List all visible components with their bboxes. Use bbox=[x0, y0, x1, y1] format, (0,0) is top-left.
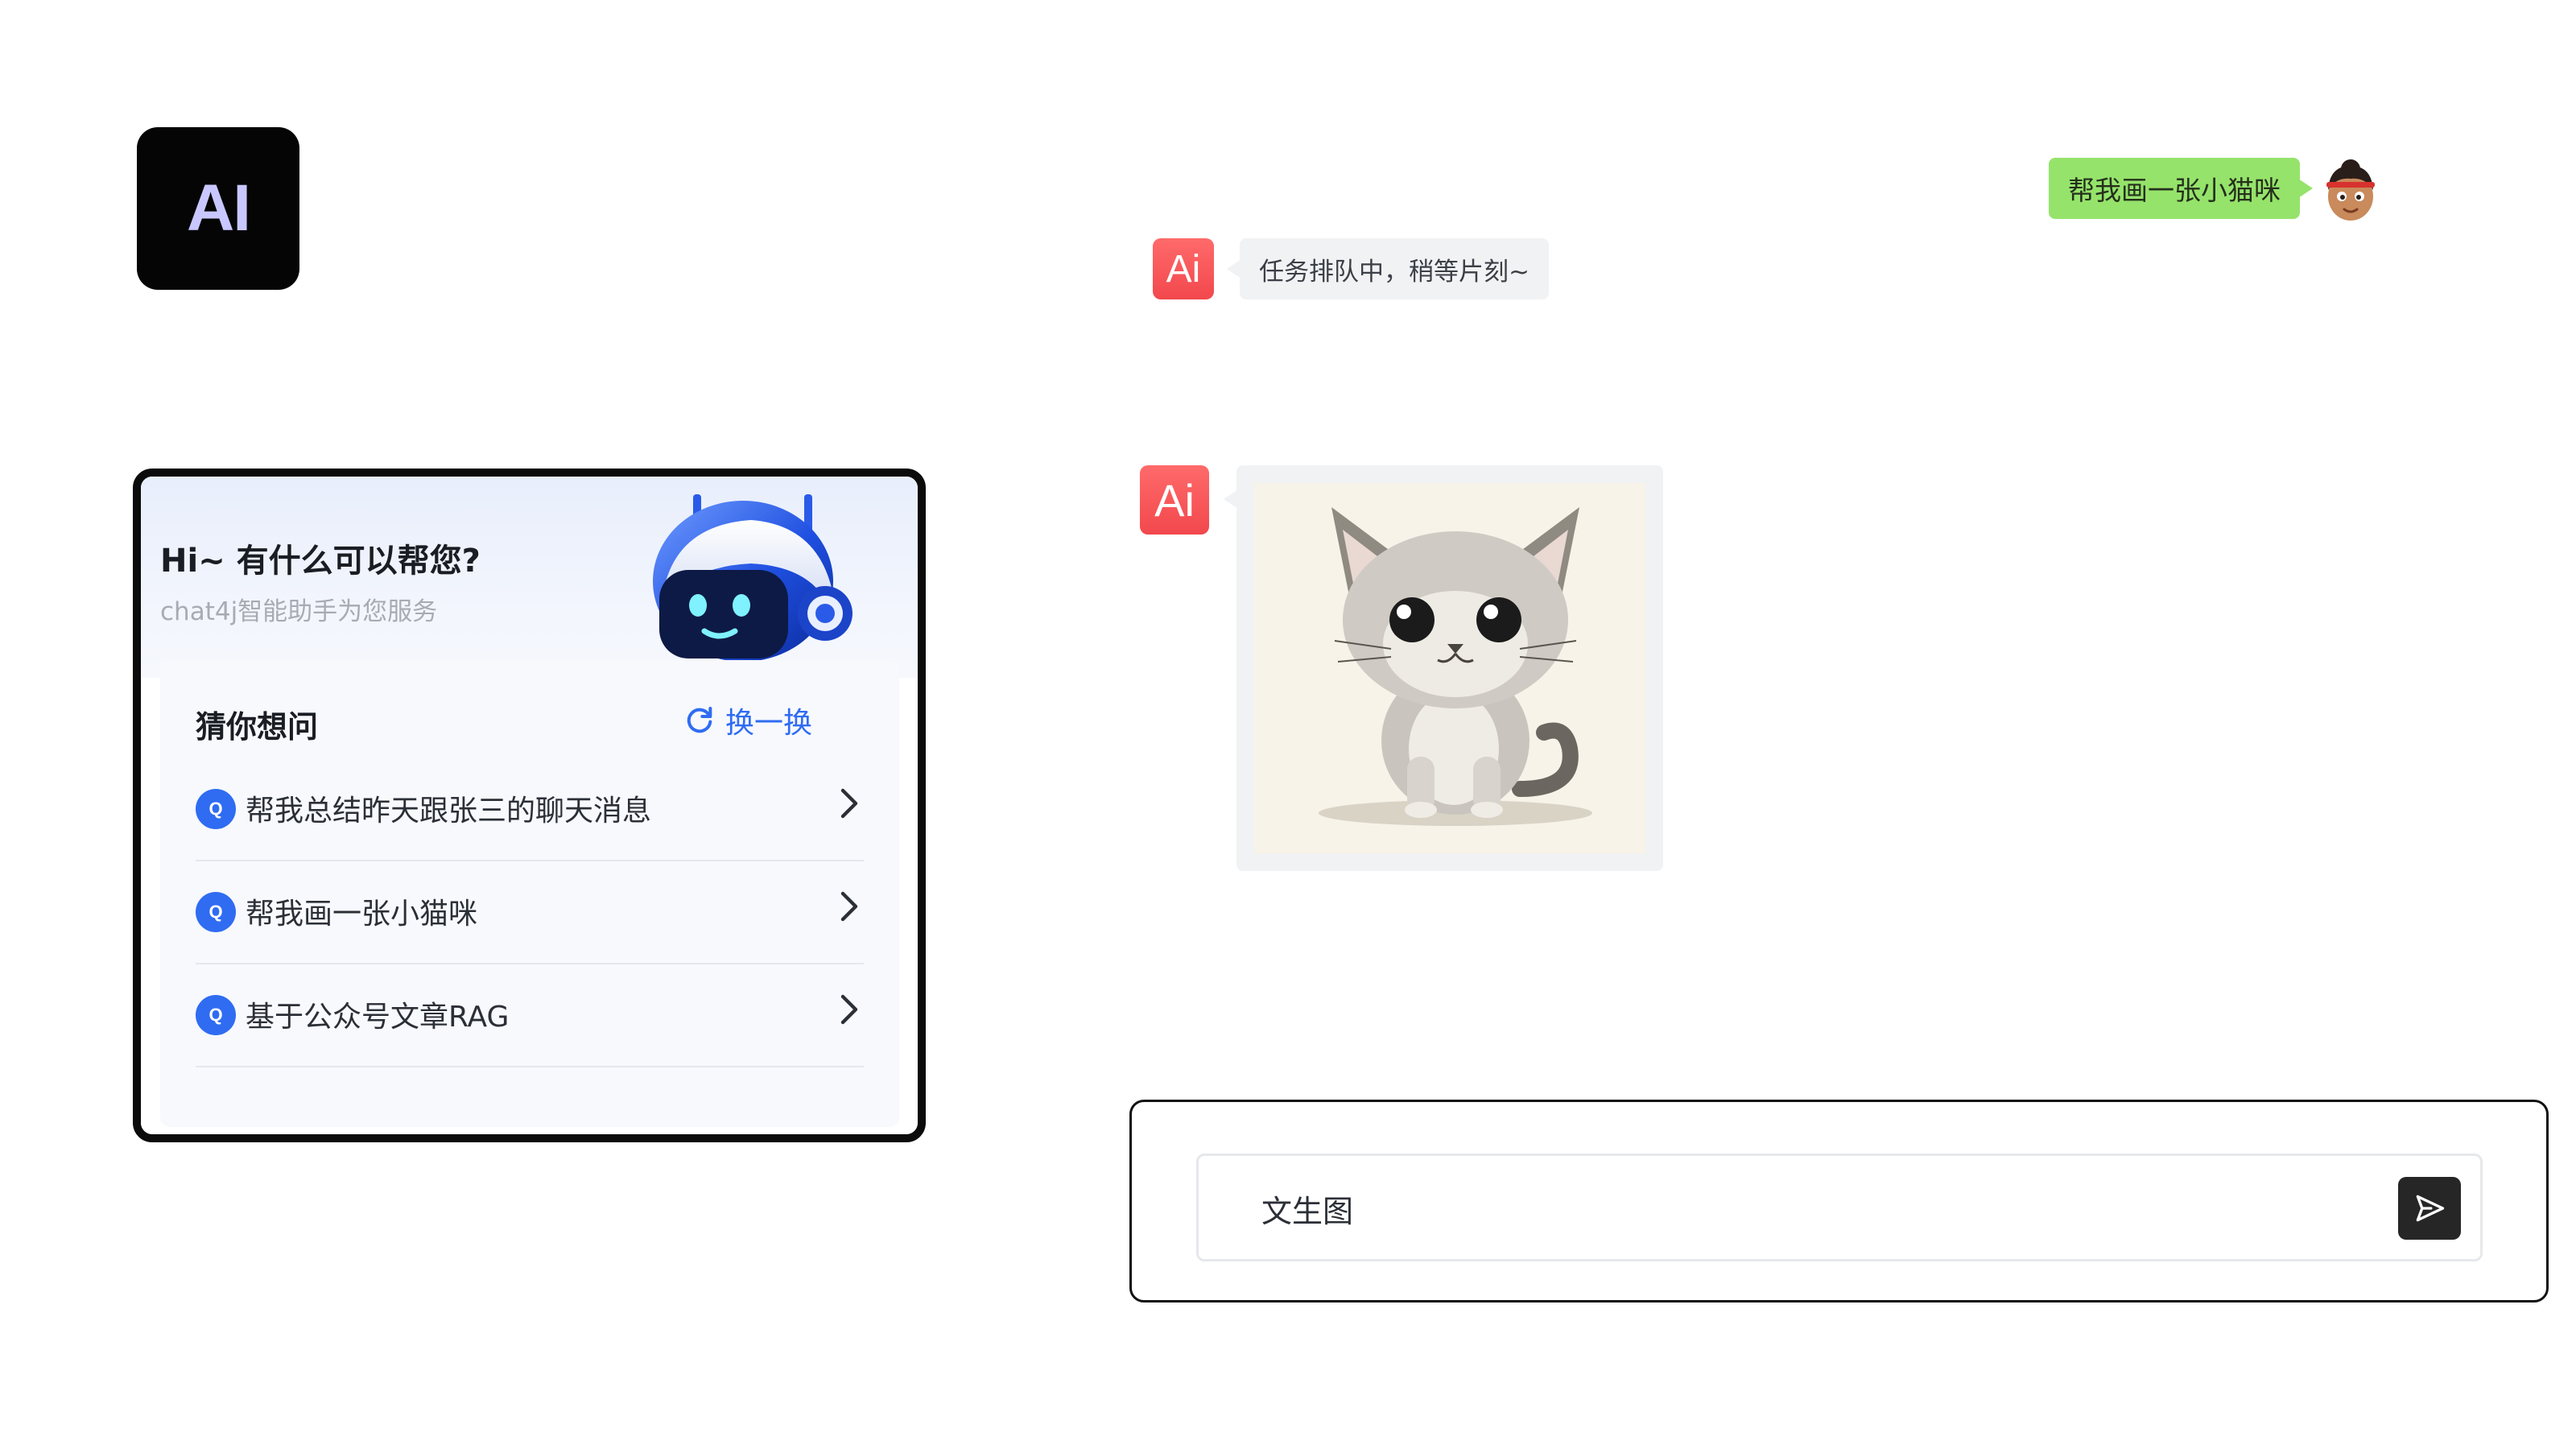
greeting-subtitle: chat4j智能助手为您服务 bbox=[160, 597, 438, 626]
assistant-avatar-text: Ai bbox=[1166, 247, 1201, 291]
refresh-icon bbox=[687, 707, 712, 733]
user-message-bubble: 帮我画一张小猫咪 bbox=[2049, 158, 2313, 219]
suggestions-title: 猜你想问 bbox=[196, 709, 319, 745]
assistant-avatar: Ai bbox=[1153, 238, 1214, 299]
assistant-card-header: Hi~ 有什么可以帮您? chat4j智能助手为您服务 bbox=[141, 477, 918, 678]
suggestion-item[interactable]: Q 帮我画一张小猫咪 bbox=[196, 860, 864, 964]
assistant-message-bubble: 任务排队中，稍等片刻~ bbox=[1227, 238, 1549, 299]
user-message-text: 帮我画一张小猫咪 bbox=[2068, 175, 2281, 206]
suggestion-item[interactable]: Q 基于公众号文章RAG bbox=[196, 963, 864, 1067]
send-icon bbox=[2416, 1195, 2445, 1222]
suggestion-item[interactable]: Q 帮我总结昨天跟张三的聊天消息 bbox=[196, 757, 864, 861]
question-badge: Q bbox=[196, 892, 236, 932]
chevron-right-icon bbox=[840, 788, 858, 819]
ai-logo: AI bbox=[137, 127, 299, 290]
suggestions-panel: 猜你想问 换一换 Q 帮我总结昨天跟张三的聊天消息 Q 帮我画一张小猫咪 Q 基… bbox=[160, 660, 899, 1127]
composer-panel bbox=[1129, 1100, 2549, 1302]
question-badge: Q bbox=[196, 995, 236, 1035]
suggestion-label: 帮我总结昨天跟张三的聊天消息 bbox=[246, 795, 652, 828]
assistant-avatar-text: Ai bbox=[1154, 474, 1195, 526]
assistant-avatar: Ai bbox=[1140, 465, 1209, 535]
message-input[interactable] bbox=[1260, 1156, 2374, 1261]
assistant-card: Hi~ 有什么可以帮您? chat4j智能助手为您服务 猜你想问 换一换 Q 帮… bbox=[133, 469, 926, 1142]
greeting-title: Hi~ 有什么可以帮您? bbox=[160, 543, 481, 580]
send-button[interactable] bbox=[2398, 1177, 2461, 1240]
refresh-label: 换一换 bbox=[725, 707, 813, 740]
assistant-image-bubble bbox=[1224, 465, 1663, 871]
suggestion-label: 帮我画一张小猫咪 bbox=[246, 898, 478, 931]
question-badge: Q bbox=[196, 789, 236, 829]
kitten-sketch-image[interactable] bbox=[1254, 483, 1645, 853]
suggestion-label: 基于公众号文章RAG bbox=[246, 1001, 510, 1034]
assistant-message-text: 任务排队中，稍等片刻~ bbox=[1259, 257, 1530, 287]
ai-logo-text: AI bbox=[187, 171, 251, 245]
chevron-right-icon bbox=[840, 891, 858, 922]
message-input-box bbox=[1196, 1154, 2483, 1261]
refresh-button[interactable]: 换一换 bbox=[683, 700, 812, 741]
user-avatar-icon bbox=[2326, 159, 2375, 221]
robot-mascot-icon bbox=[653, 494, 852, 662]
kitten-illustration bbox=[1319, 507, 1592, 826]
chevron-right-icon bbox=[840, 994, 858, 1025]
